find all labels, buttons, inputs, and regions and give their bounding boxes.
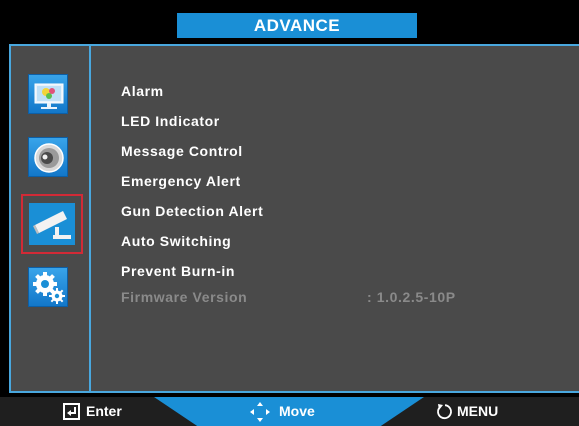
- firmware-version-value: : 1.0.2.5-10P: [367, 289, 456, 305]
- sidebar-item-settings[interactable]: [25, 264, 71, 310]
- sidebar-item-picture[interactable]: [25, 71, 71, 117]
- gears-icon: [28, 267, 68, 307]
- menu-item-message-control[interactable]: Message Control: [121, 140, 521, 162]
- security-camera-icon: [29, 203, 75, 245]
- firmware-version-label: Firmware Version: [121, 289, 248, 305]
- menu-item-gun-detection-alert[interactable]: Gun Detection Alert: [121, 200, 521, 222]
- picture-icon: [28, 74, 68, 114]
- menu-item-firmware-version: Firmware Version : 1.0.2.5-10P: [121, 286, 521, 308]
- speaker-icon: [28, 137, 68, 177]
- return-icon: [436, 403, 453, 425]
- menu-item-led-indicator[interactable]: LED Indicator: [121, 110, 521, 132]
- menu-panel: Alarm LED Indicator Message Control Emer…: [9, 44, 579, 393]
- menu-item-emergency-alert[interactable]: Emergency Alert: [121, 170, 521, 192]
- sidebar: [11, 46, 91, 391]
- menu-item-prevent-burn-in[interactable]: Prevent Burn-in: [121, 260, 521, 282]
- footer-hint-bar: Enter Move MENU: [0, 397, 579, 426]
- menu-label: MENU: [457, 403, 499, 419]
- menu-item-alarm[interactable]: Alarm: [121, 80, 521, 102]
- sidebar-item-advance[interactable]: [21, 194, 83, 254]
- move-label: Move: [279, 403, 315, 419]
- sidebar-item-audio[interactable]: [25, 134, 71, 180]
- move-arrows-icon: [248, 402, 272, 426]
- enter-icon: [63, 403, 80, 425]
- menu-item-auto-switching[interactable]: Auto Switching: [121, 230, 521, 252]
- page-title: ADVANCE: [177, 13, 417, 38]
- enter-label: Enter: [86, 403, 122, 419]
- osd-menu: ADVANCE Alarm LED Indicator Message Cont…: [0, 0, 579, 426]
